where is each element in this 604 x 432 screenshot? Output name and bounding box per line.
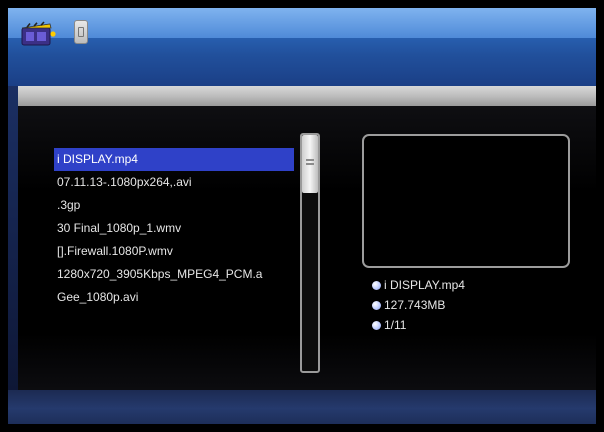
scrollbar-thumb[interactable]: [302, 135, 318, 193]
list-item[interactable]: i DISPLAY.mp4: [54, 148, 294, 171]
header-highlight: [8, 8, 596, 38]
footer-bar: [8, 390, 596, 424]
media-player-screen: i DISPLAY.mp4 07.11.13-.1080px264,.avi .…: [0, 0, 604, 432]
list-item[interactable]: 07.11.13-.1080px264,.avi: [54, 171, 294, 194]
list-item[interactable]: 1280x720_3905Kbps_MPEG4_PCM.a: [54, 263, 294, 286]
video-preview-window: [362, 134, 570, 268]
file-list-scrollbar[interactable]: [300, 133, 320, 373]
list-item[interactable]: [].Firewall.1080P.wmv: [54, 240, 294, 263]
info-size-row: 127.743MB: [372, 295, 582, 315]
silver-divider: [18, 86, 596, 106]
list-item[interactable]: 30 Final_1080p_1.wmv: [54, 217, 294, 240]
info-index-row: 1/11: [372, 315, 582, 335]
info-index: 1/11: [384, 318, 407, 332]
list-item[interactable]: Gee_1080p.avi: [54, 286, 294, 309]
bullet-icon: [372, 320, 381, 330]
info-filename-row: i DISPLAY.mp4: [372, 275, 582, 295]
file-list: i DISPLAY.mp4 07.11.13-.1080px264,.avi .…: [54, 148, 294, 309]
info-size: 127.743MB: [384, 298, 446, 312]
file-info: i DISPLAY.mp4 127.743MB 1/11: [372, 275, 582, 335]
header-bar: [8, 8, 596, 86]
list-item[interactable]: .3gp: [54, 194, 294, 217]
movie-clapperboard-icon[interactable]: [20, 20, 56, 46]
bullet-icon: [372, 300, 381, 310]
bullet-icon: [372, 280, 381, 290]
info-filename: i DISPLAY.mp4: [384, 278, 465, 292]
usb-drive-icon[interactable]: [74, 20, 88, 44]
left-edge: [8, 86, 18, 390]
